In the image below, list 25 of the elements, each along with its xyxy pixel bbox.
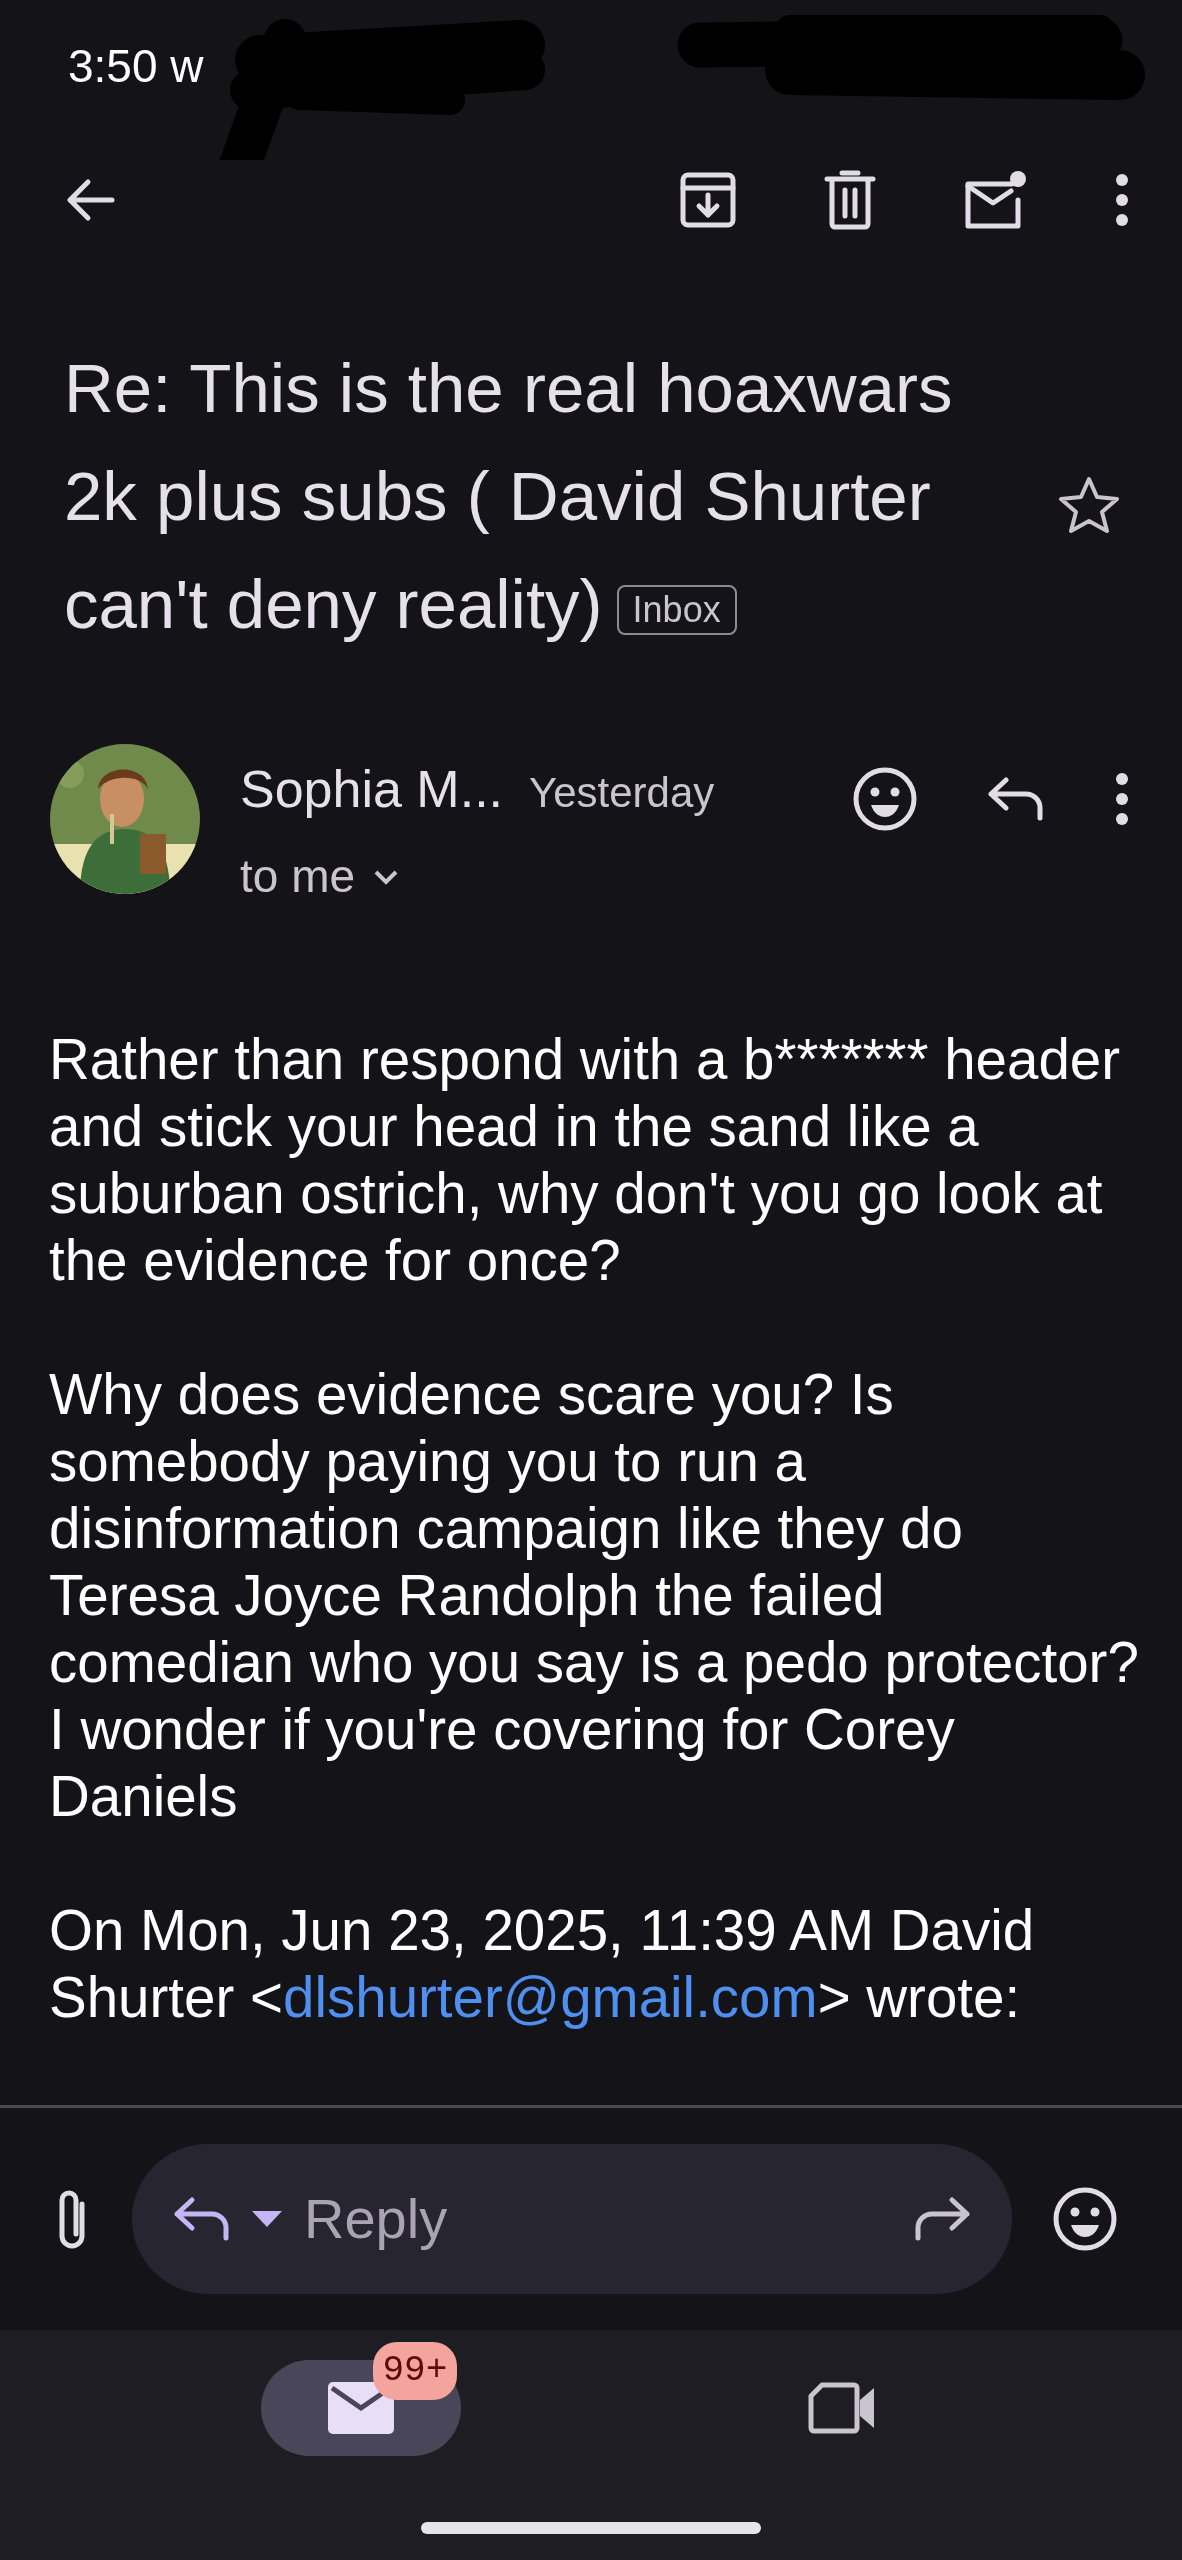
mail-icon [327, 2382, 394, 2434]
inbox-label[interactable]: Inbox [616, 584, 737, 635]
trash-icon [824, 170, 876, 230]
unread-badge: 99+ [372, 2342, 458, 2400]
reply-input[interactable]: Reply [302, 2176, 892, 2262]
status-time: 3:50 w [68, 40, 204, 92]
smiley-icon [852, 766, 918, 832]
email-subject: can't deny reality) [64, 566, 603, 643]
video-icon [807, 2382, 876, 2434]
reply-field[interactable]: Reply [132, 2144, 1012, 2294]
chevron-icon [373, 869, 400, 886]
quote-header: On Mon, Jun 23, 2025, 11:39 AM David Shurter <dlshurter@gmail.com> wrote: [49, 1898, 1036, 2031]
mail-dot-icon [962, 170, 1028, 230]
email-link[interactable]: dlshurter@gmail.com [283, 1966, 818, 2029]
body-text: Why does evidence scare you? Is somebody paying you to run a disinformation campaign like they do Teresa Joyce Randolph the failed comedian who you say is a pedo protector? [49, 1362, 1140, 1696]
message-time: Yesterday [529, 768, 715, 818]
email-subject: 2k plus subs ( David Shurter [64, 458, 931, 535]
body-text: I wonder if you're covering for Corey Daniels [49, 1697, 956, 1830]
archive-icon [678, 170, 738, 230]
sender-name: Sophia M... [240, 759, 504, 820]
smiley-icon [1052, 2186, 1118, 2252]
dropdown-icon [252, 2211, 282, 2227]
body-text: Rather than respond with a b******* header and stick your head in the sand like a suburban ostrich, why don't you go look at the evidence for once? [49, 1027, 1122, 1294]
recipient-toggle[interactable]: to me [240, 828, 400, 911]
email-subject: Re: This is the real hoaxwars [64, 350, 953, 427]
